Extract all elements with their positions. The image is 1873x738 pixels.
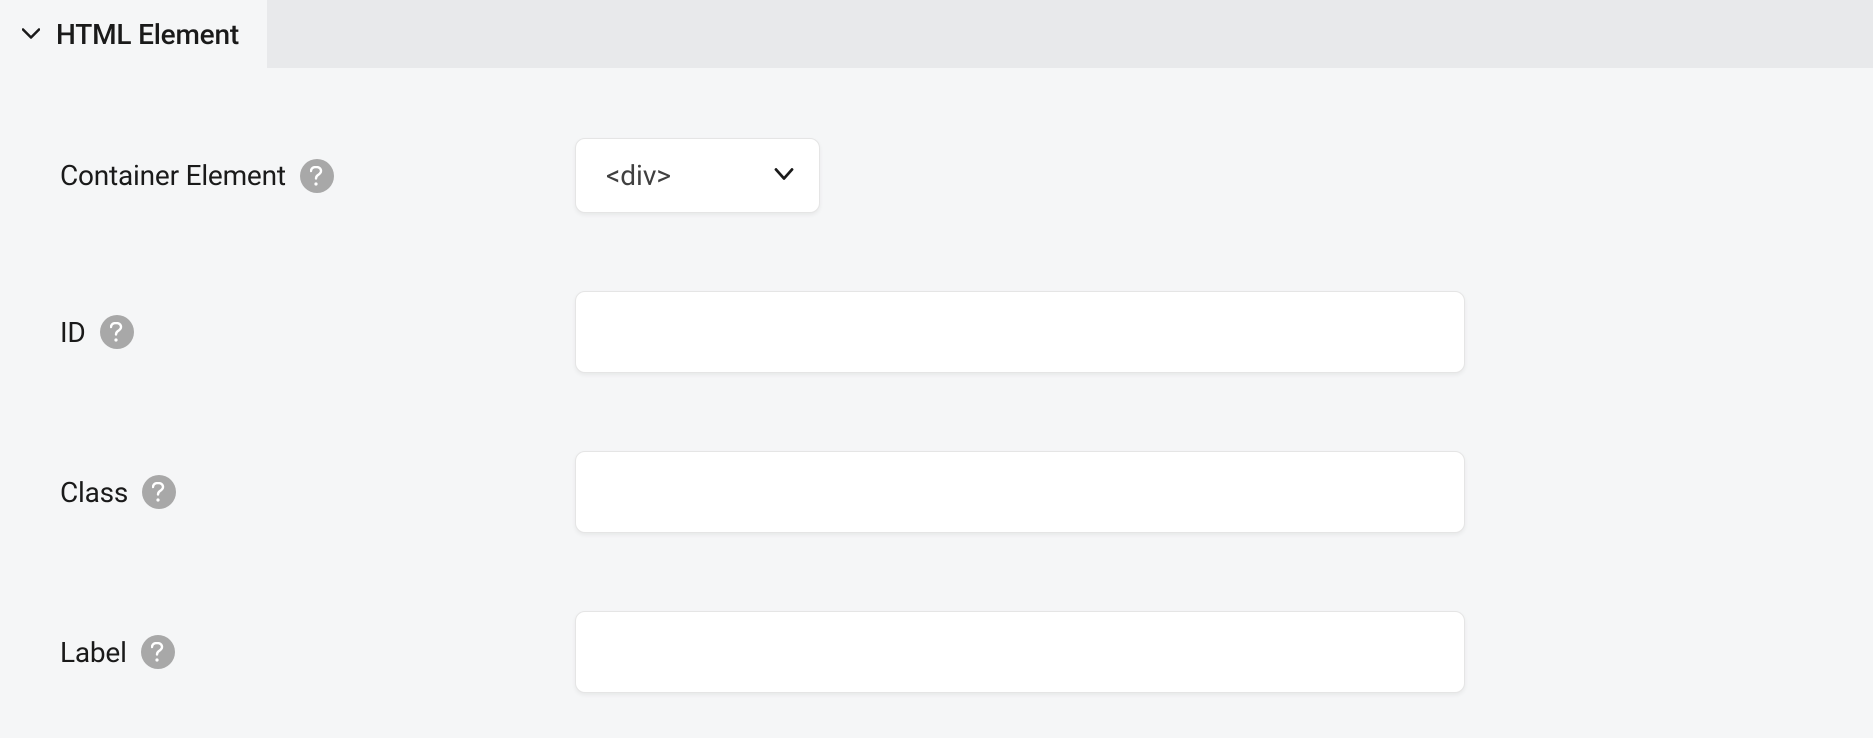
help-icon[interactable]: [300, 159, 334, 193]
label-input[interactable]: [575, 611, 1465, 693]
chevron-down-icon: [20, 23, 42, 45]
form-row-id: ID: [60, 291, 1813, 373]
help-icon[interactable]: [100, 315, 134, 349]
class-label: Class: [60, 476, 128, 509]
container-element-select-wrapper: <div>: [575, 138, 820, 213]
class-input[interactable]: [575, 451, 1465, 533]
help-icon[interactable]: [142, 475, 176, 509]
panel-title: HTML Element: [56, 18, 239, 51]
form-row-label: Label: [60, 611, 1813, 693]
label-group: Class: [60, 475, 575, 509]
panel-tab-html-element[interactable]: HTML Element: [0, 0, 267, 68]
form-row-class: Class: [60, 451, 1813, 533]
panel-body: Container Element <div> ID: [0, 68, 1873, 693]
container-element-select[interactable]: <div>: [575, 138, 820, 213]
header-bar: HTML Element: [0, 0, 1873, 68]
container-element-label: Container Element: [60, 159, 286, 192]
label-group: Label: [60, 635, 575, 669]
select-value: <div>: [606, 159, 671, 192]
label-group: ID: [60, 315, 575, 349]
id-input[interactable]: [575, 291, 1465, 373]
label-group: Container Element: [60, 159, 575, 193]
label-label: Label: [60, 636, 127, 669]
help-icon[interactable]: [141, 635, 175, 669]
form-row-container-element: Container Element <div>: [60, 138, 1813, 213]
id-label: ID: [60, 316, 86, 349]
